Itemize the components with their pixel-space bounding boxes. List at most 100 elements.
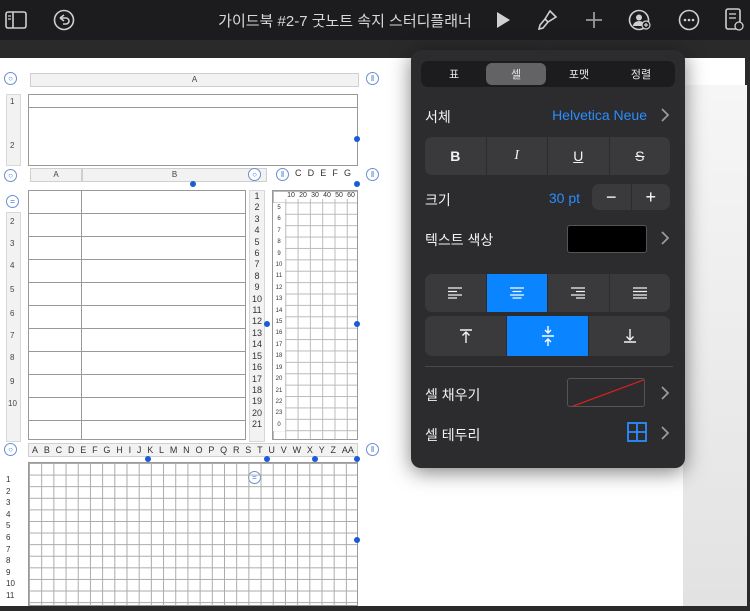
bold-button[interactable]: B — [425, 137, 487, 175]
column-header-strip[interactable]: A B C D E F G H I J K L M N O P Q R S T … — [28, 443, 358, 457]
table-corner-handle[interactable]: ○ — [4, 72, 17, 85]
row-label: 6 — [10, 309, 15, 318]
column-label: T — [257, 445, 263, 455]
row-label: 7 — [277, 227, 281, 234]
tab-cell[interactable]: 셀 — [486, 63, 546, 85]
row-label: 20 — [275, 376, 283, 383]
table-corner-handle[interactable]: ○ — [4, 443, 17, 456]
row-label: 23 — [275, 410, 283, 417]
column-label: X — [306, 445, 313, 455]
more-icon[interactable] — [677, 8, 701, 32]
column-label: N — [183, 445, 190, 455]
column-label: C — [55, 445, 63, 455]
row-resize-handle[interactable]: = — [6, 195, 19, 208]
align-bottom-icon[interactable] — [589, 316, 670, 356]
column-resize-handle[interactable]: ‖ — [366, 168, 379, 181]
sidebar-icon[interactable] — [4, 8, 28, 32]
add-icon[interactable] — [582, 8, 606, 32]
underline-button[interactable]: U — [548, 137, 610, 175]
text-color-swatch[interactable] — [567, 225, 647, 253]
row-label: 22 — [275, 398, 283, 405]
column-header[interactable]: A — [30, 168, 82, 182]
row-label: 13 — [251, 327, 262, 338]
decrease-size-button[interactable]: − — [592, 184, 631, 210]
row-header-strip[interactable]: 1 2 3 4 5 6 7 8 9 10 11 — [6, 462, 19, 606]
column-resize-handle[interactable]: ‖ — [366, 443, 379, 456]
row-label: 4 — [6, 509, 11, 519]
cell-fill-swatch[interactable] — [567, 378, 645, 407]
row-label: 7 — [254, 259, 260, 270]
table-2[interactable] — [28, 190, 246, 440]
selection-handle[interactable] — [190, 181, 196, 187]
column-label: 50 — [335, 192, 343, 199]
border-grid-icon[interactable] — [627, 422, 647, 442]
increase-size-button[interactable]: + — [632, 184, 671, 210]
format-brush-icon[interactable] — [535, 8, 559, 32]
row-label: 8 — [10, 353, 15, 362]
row-label: 2 — [10, 141, 15, 150]
row-label: 10 — [251, 293, 262, 304]
column-header[interactable]: A — [30, 73, 359, 87]
tab-arrange[interactable]: 정렬 — [611, 63, 671, 85]
row-label: 5 — [277, 205, 281, 211]
selection-handle[interactable] — [354, 537, 360, 543]
row-label: 4 — [10, 261, 15, 270]
row-label: 9 — [277, 250, 281, 257]
column-label: G — [343, 168, 351, 178]
chevron-right-icon[interactable] — [660, 231, 672, 245]
align-center-icon[interactable] — [486, 274, 548, 312]
undo-icon[interactable] — [52, 8, 76, 32]
align-justify-icon[interactable] — [610, 274, 671, 312]
collaborate-icon[interactable] — [628, 8, 652, 32]
tab-table[interactable]: 표 — [424, 63, 484, 85]
table-corner-handle[interactable]: ○ — [4, 169, 17, 182]
column-label: V — [280, 445, 287, 455]
column-label: 60 — [347, 192, 355, 199]
row-label: 11 — [252, 305, 262, 316]
column-resize-handle[interactable]: ‖ — [276, 168, 289, 181]
row-label: 3 — [6, 498, 11, 508]
column-label: A — [32, 445, 39, 455]
play-icon[interactable] — [491, 8, 515, 32]
column-label: G — [103, 445, 111, 455]
column-label: D — [67, 445, 75, 455]
page-edge — [683, 85, 747, 606]
chevron-right-icon[interactable] — [660, 386, 672, 400]
row-label: 6 — [6, 532, 11, 542]
column-header-strip[interactable]: C D E F G — [292, 168, 354, 180]
column-label: B — [43, 445, 50, 455]
document-icon[interactable] — [722, 8, 746, 32]
align-right-icon[interactable] — [548, 274, 610, 312]
selection-handle[interactable] — [354, 136, 360, 142]
size-value[interactable]: 30 pt — [520, 190, 580, 206]
selection-handle[interactable] — [354, 181, 360, 187]
align-top-icon[interactable] — [425, 316, 507, 356]
table-4[interactable]: 10 20 30 40 50 60 5 6 7 8 9 10 11 12 13 … — [272, 190, 358, 440]
font-value[interactable]: Helvetica Neue — [520, 107, 647, 123]
table-5[interactable] — [28, 462, 358, 606]
font-label: 서체 — [425, 109, 451, 125]
row-label: 1 — [254, 191, 260, 201]
row-header-strip[interactable]: 1 2 3 4 5 6 7 8 9 10 11 12 13 14 15 16 1… — [249, 190, 265, 442]
selection-handle[interactable] — [264, 321, 270, 327]
align-middle-icon[interactable] — [507, 316, 589, 356]
column-header[interactable]: B — [82, 168, 267, 182]
table-1[interactable] — [28, 94, 358, 166]
row-header-strip[interactable]: 2 3 4 5 6 7 8 9 10 — [6, 212, 21, 442]
selection-handle[interactable] — [354, 321, 360, 327]
row-header-strip[interactable]: 1 2 — [6, 94, 21, 166]
chevron-right-icon[interactable] — [660, 426, 672, 440]
row-label: 10 — [6, 579, 15, 589]
row-label: 4 — [254, 225, 260, 236]
row-label: 10 — [8, 399, 17, 408]
row-label: 18 — [275, 353, 283, 360]
column-resize-handle[interactable]: ‖ — [366, 72, 379, 85]
chevron-right-icon[interactable] — [660, 108, 672, 122]
column-label: W — [292, 445, 302, 455]
align-left-icon[interactable] — [425, 274, 487, 312]
italic-button[interactable]: I — [487, 137, 548, 175]
table-corner-handle[interactable]: ○ — [248, 168, 261, 181]
strikethrough-button[interactable]: S — [610, 137, 671, 175]
tab-format[interactable]: 포맷 — [549, 63, 609, 85]
column-label: R — [232, 445, 240, 455]
